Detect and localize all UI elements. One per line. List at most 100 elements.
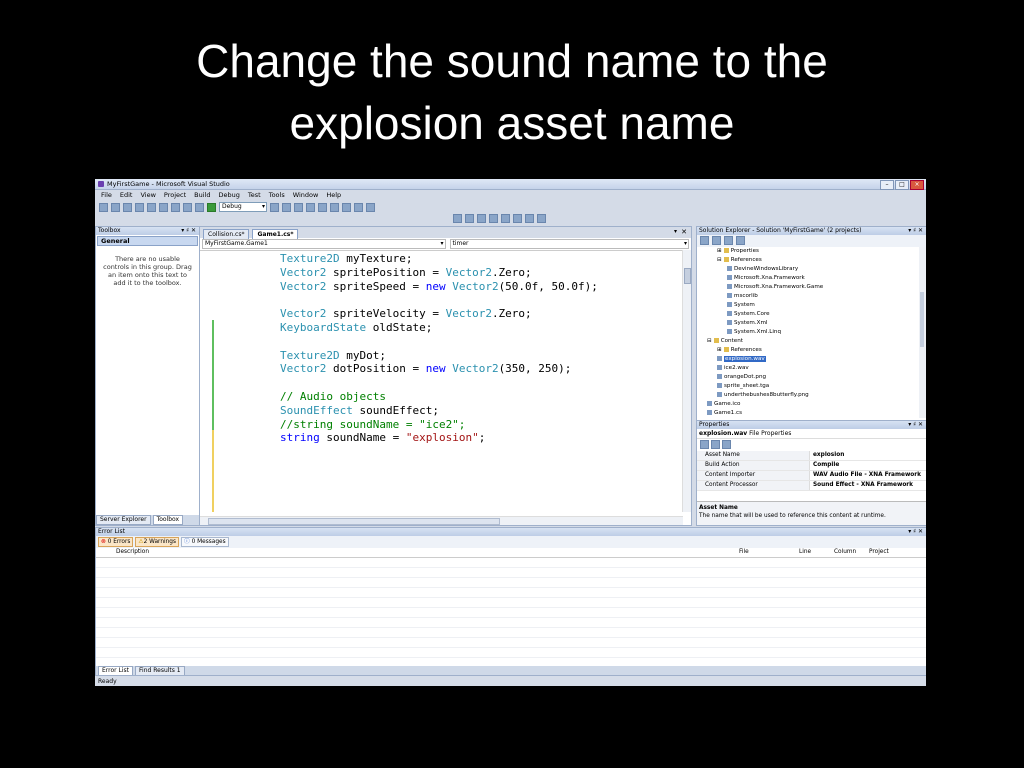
tab-list-icon[interactable]: ▾ <box>674 228 677 235</box>
refresh-icon[interactable] <box>724 236 733 245</box>
menu-test[interactable]: Test <box>248 191 261 199</box>
toolbox-icon[interactable] <box>306 202 315 212</box>
close-tab-icon[interactable]: ✕ <box>681 228 687 236</box>
properties-icon[interactable] <box>700 236 709 245</box>
tree-item[interactable]: ice2.wav <box>717 364 749 373</box>
column-description[interactable]: Description <box>116 548 149 557</box>
panel-pin-icons[interactable]: ▾ ♯ ✕ <box>908 227 923 235</box>
tab-game1-cs[interactable]: Game1.cs* <box>252 229 299 239</box>
properties-object-select[interactable]: explosion.wav File Properties <box>697 429 926 439</box>
member-combo[interactable]: timer <box>449 239 689 249</box>
tree-item[interactable]: ⊟ Content <box>707 337 743 346</box>
column-column[interactable]: Column <box>834 548 856 557</box>
expand-icon[interactable]: ⊞ <box>717 248 722 254</box>
indent-icon[interactable] <box>453 214 462 223</box>
tree-item[interactable]: sprite_sheet.tga <box>717 382 769 391</box>
undo-icon[interactable] <box>183 202 192 212</box>
collapse-icon[interactable]: ⊟ <box>717 257 722 263</box>
menu-build[interactable]: Build <box>194 191 210 199</box>
tree-item[interactable]: explosion.wav <box>717 355 766 364</box>
next-bookmark-icon[interactable] <box>513 214 522 223</box>
tab-collision-cs[interactable]: Collision.cs* <box>203 229 250 239</box>
property-value[interactable]: Sound Effect - XNA Framework <box>810 481 913 490</box>
tree-item[interactable]: DevineWindowsLibrary <box>727 265 798 274</box>
tree-item[interactable]: ⊞ Properties <box>717 247 759 256</box>
start-page-icon[interactable] <box>318 202 327 212</box>
tree-item[interactable]: underthebushes8butterfly.png <box>717 391 809 400</box>
prev-bookmark-icon[interactable] <box>525 214 534 223</box>
step-out-icon[interactable] <box>354 202 363 212</box>
collapse-icon[interactable]: ⊟ <box>707 338 712 344</box>
tree-item[interactable]: mscorlib <box>727 292 758 301</box>
tree-item[interactable]: orangeDot.png <box>717 373 766 382</box>
save-all-icon[interactable] <box>135 202 144 212</box>
tree-item[interactable]: Game1.cs <box>707 409 742 418</box>
solution-configuration-select[interactable]: Debug <box>219 202 267 212</box>
find-icon[interactable] <box>270 202 279 212</box>
menu-view[interactable]: View <box>140 191 155 199</box>
breakpoint-icon[interactable] <box>366 202 375 212</box>
editor-vertical-scrollbar[interactable] <box>682 250 691 512</box>
panel-pin-icons[interactable]: ▾ ♯ ✕ <box>908 421 923 429</box>
solution-scrollbar[interactable] <box>919 247 926 418</box>
menu-help[interactable]: Help <box>326 191 341 199</box>
menu-window[interactable]: Window <box>293 191 319 199</box>
tab-server-explorer[interactable]: Server Explorer <box>96 515 151 525</box>
menu-edit[interactable]: Edit <box>120 191 133 199</box>
step-into-icon[interactable] <box>330 202 339 212</box>
redo-icon[interactable] <box>195 202 204 212</box>
tree-item[interactable]: ⊞ References <box>717 346 762 355</box>
tree-item[interactable]: System.Core <box>727 310 770 319</box>
view-class-diagram-icon[interactable] <box>736 236 745 245</box>
property-row[interactable]: Content Importer WAV Audio File - XNA Fra… <box>697 471 926 481</box>
properties-icon[interactable] <box>294 202 303 212</box>
tree-item[interactable]: System.Xml <box>727 319 767 328</box>
tab-toolbox[interactable]: Toolbox <box>152 515 184 525</box>
tree-item[interactable]: System.Xml.Linq <box>727 328 781 337</box>
show-all-files-icon[interactable] <box>712 236 721 245</box>
alphabetical-icon[interactable] <box>711 440 720 449</box>
categorized-icon[interactable] <box>700 440 709 449</box>
solution-explorer-icon[interactable] <box>282 202 291 212</box>
tree-item[interactable]: Microsoft.Xna.Framework <box>727 274 805 283</box>
menu-file[interactable]: File <box>101 191 112 199</box>
menu-tools[interactable]: Tools <box>269 191 285 199</box>
panel-pin-icons[interactable]: ▾ ♯ ✕ <box>908 528 923 536</box>
minimize-button[interactable]: – <box>880 180 894 190</box>
close-button[interactable]: × <box>910 180 924 190</box>
start-debugging-icon[interactable] <box>207 202 216 212</box>
scroll-thumb[interactable] <box>208 518 500 525</box>
tree-item[interactable]: ⊟ References <box>717 256 762 265</box>
open-file-icon[interactable] <box>111 202 120 212</box>
menu-debug[interactable]: Debug <box>219 191 240 199</box>
expand-icon[interactable]: ⊞ <box>717 347 722 353</box>
editor-horizontal-scrollbar[interactable] <box>200 516 683 525</box>
save-icon[interactable] <box>123 202 132 212</box>
column-file[interactable]: File <box>739 548 749 557</box>
maximize-button[interactable]: □ <box>895 180 909 190</box>
property-value[interactable]: WAV Audio File - XNA Framework <box>810 471 921 480</box>
tree-item[interactable]: System <box>727 301 755 310</box>
messages-filter-button[interactable]: ⓘ 0 Messages <box>180 537 229 547</box>
uncomment-icon[interactable] <box>489 214 498 223</box>
step-over-icon[interactable] <box>342 202 351 212</box>
tree-item[interactable]: Microsoft.Xna.Framework.Game <box>727 283 823 292</box>
property-value[interactable]: explosion <box>810 451 844 460</box>
property-pages-icon[interactable] <box>722 440 731 449</box>
errors-filter-button[interactable]: ⊗ 0 Errors <box>98 537 134 547</box>
property-row[interactable]: Asset Name explosion <box>697 451 926 461</box>
property-value[interactable]: Compile <box>810 461 839 470</box>
panel-pin-icons[interactable]: ▾ ♯ ✕ <box>181 227 196 235</box>
clear-bookmarks-icon[interactable] <box>537 214 546 223</box>
tree-item[interactable]: Game.ico <box>707 400 740 409</box>
outdent-icon[interactable] <box>465 214 474 223</box>
warnings-filter-button[interactable]: ⚠2 Warnings <box>135 537 179 547</box>
class-combo[interactable]: MyFirstGame.Game1 <box>202 239 446 249</box>
new-project-icon[interactable] <box>99 202 108 212</box>
paste-icon[interactable] <box>171 202 180 212</box>
code-area[interactable]: Texture2D myTexture; Vector2 spritePositi… <box>200 250 680 512</box>
comment-icon[interactable] <box>477 214 486 223</box>
property-row[interactable]: Content Processor Sound Effect - XNA Fram… <box>697 481 926 491</box>
property-row[interactable]: Build Action Compile <box>697 461 926 471</box>
scroll-thumb[interactable] <box>920 292 924 347</box>
